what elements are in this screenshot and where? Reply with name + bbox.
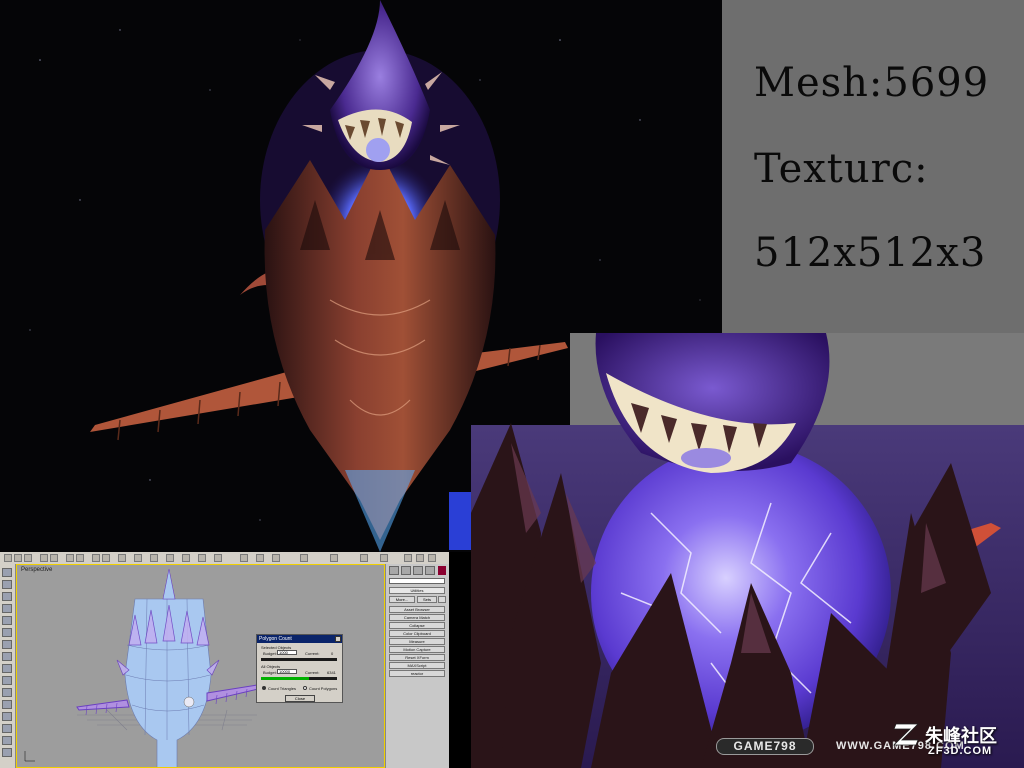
tool-icon[interactable] [2, 628, 12, 637]
tool-icon[interactable] [2, 748, 12, 757]
more-button[interactable]: More... [389, 596, 415, 603]
configure-button-icon[interactable] [438, 596, 446, 603]
toolbar-button-icon[interactable] [360, 554, 368, 562]
count-triangles-radio[interactable] [262, 686, 266, 690]
color-clipboard-button[interactable]: Color Clipboard [389, 630, 445, 637]
all-budget-input[interactable]: 10000 [277, 669, 297, 674]
tool-icon[interactable] [2, 700, 12, 709]
site-domain: ZF3D.COM [928, 745, 993, 757]
toolbar-button-icon[interactable] [66, 554, 74, 562]
blue-marker [449, 492, 471, 550]
toolbar-button-icon[interactable] [24, 554, 32, 562]
close-button[interactable]: Close [285, 695, 315, 702]
collapse-button[interactable]: Collapse [389, 622, 445, 629]
utilities-tab-icon[interactable] [425, 566, 435, 575]
texture-label-text: Texturc: [754, 146, 929, 192]
toolbar-button-icon[interactable] [272, 554, 280, 562]
toolbar-button-icon[interactable] [214, 554, 222, 562]
tool-icon[interactable] [2, 712, 12, 721]
toolbar-button-icon[interactable] [300, 554, 308, 562]
utilities-rollout[interactable]: Utilities [389, 587, 445, 594]
tool-icon[interactable] [2, 604, 12, 613]
motion-capture-button[interactable]: Motion Capture [389, 646, 445, 653]
mesh-count-text: Mesh:5699 [754, 60, 990, 106]
left-toolbar [0, 564, 16, 768]
toolbar-button-icon[interactable] [14, 554, 22, 562]
zf-logo-icon [893, 723, 919, 746]
toolbar-button-icon[interactable] [198, 554, 206, 562]
toolbar-button-icon[interactable] [40, 554, 48, 562]
toolbar-button-icon[interactable] [182, 554, 190, 562]
selected-budget-input[interactable]: 1000 [277, 650, 297, 655]
dialog-title: Polygon Count [257, 635, 342, 643]
all-current-label: Current: [305, 670, 320, 675]
toolbar-button-icon[interactable] [404, 554, 412, 562]
camera-match-button[interactable]: Camera Match [389, 614, 445, 621]
perspective-viewport[interactable]: Perspective Polygon Count Selected Objec… [16, 564, 385, 768]
texture-size-text: 512x512x3 [754, 230, 987, 276]
tool-icon[interactable] [2, 640, 12, 649]
tool-icon[interactable] [2, 724, 12, 733]
toolbar-button-icon[interactable] [118, 554, 126, 562]
all-current-value: 6341 [327, 670, 336, 675]
name-input[interactable] [389, 578, 445, 584]
toolbar-button-icon[interactable] [416, 554, 424, 562]
tool-icon[interactable] [2, 736, 12, 745]
toolbar-button-icon[interactable] [92, 554, 100, 562]
toolbar-button-icon[interactable] [240, 554, 248, 562]
polygon-count-dialog: Polygon Count Selected Objects Budget: 1… [256, 634, 343, 703]
sets-button[interactable]: Sets [417, 596, 437, 603]
all-progress-bar [261, 677, 337, 680]
asset-browser-button[interactable]: Asset Browser [389, 606, 445, 613]
modify-tab-icon[interactable] [401, 566, 411, 575]
close-icon[interactable] [335, 636, 341, 642]
render-closeup-view [471, 333, 1024, 768]
toolbar-button-icon[interactable] [134, 554, 142, 562]
toolbar-button-icon[interactable] [50, 554, 58, 562]
count-triangles-label: Count Triangles [268, 686, 297, 691]
tool-icon[interactable] [2, 580, 12, 589]
selected-budget-label: Budget: [263, 651, 277, 656]
toolbar-button-icon[interactable] [4, 554, 12, 562]
count-polygons-radio[interactable] [303, 686, 307, 690]
toolbar-button-icon[interactable] [330, 554, 338, 562]
toolbar-button-icon[interactable] [166, 554, 174, 562]
maxscript-button[interactable]: MAXScript [389, 662, 445, 669]
toolbar-button-icon[interactable] [256, 554, 264, 562]
tool-icon[interactable] [2, 616, 12, 625]
orb-closeup-image [471, 333, 1024, 768]
toolbar-button-icon[interactable] [76, 554, 84, 562]
tool-icon[interactable] [2, 664, 12, 673]
selected-progress-bar [261, 658, 337, 661]
game798-badge: GAME798 [716, 738, 814, 755]
color-swatch[interactable] [438, 566, 446, 575]
toolbar-button-icon[interactable] [380, 554, 388, 562]
tool-icon[interactable] [2, 592, 12, 601]
selected-current-value: 0 [331, 651, 334, 656]
tool-icon[interactable] [2, 676, 12, 685]
tool-icon[interactable] [2, 652, 12, 661]
measure-button[interactable]: Measure [389, 638, 445, 645]
toolbar-button-icon[interactable] [428, 554, 436, 562]
command-panel: Utilities More... Sets Asset Browser Cam… [385, 564, 449, 768]
create-tab-icon[interactable] [389, 566, 399, 575]
all-budget-label: Budget: [263, 670, 277, 675]
selected-current-label: Current: [305, 651, 320, 656]
hierarchy-tab-icon[interactable] [413, 566, 423, 575]
toolbar-button-icon[interactable] [150, 554, 158, 562]
3dsmax-window: Perspective Polygon Count Selected Objec… [0, 552, 449, 768]
toolbar-button-icon[interactable] [102, 554, 110, 562]
count-polygons-label: Count Polygons [309, 686, 338, 691]
stats-panel: Mesh:5699 Texturc: 512x512x3 [722, 0, 1024, 333]
tool-icon[interactable] [2, 568, 12, 577]
reset-xform-button[interactable]: Reset XForm [389, 654, 445, 661]
reactor-button[interactable]: reactor [389, 670, 445, 677]
tool-icon[interactable] [2, 688, 12, 697]
